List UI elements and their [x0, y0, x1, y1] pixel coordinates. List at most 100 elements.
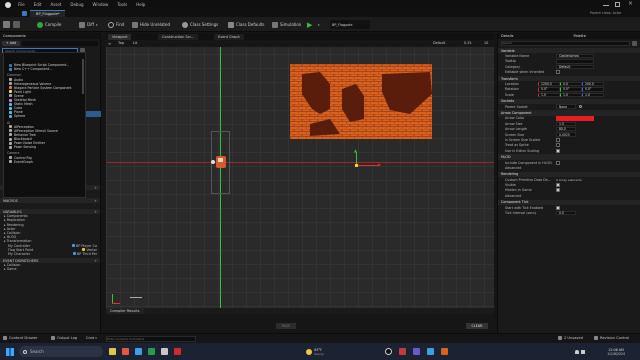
variable-row[interactable]: My Character BP Third Per	[0, 252, 100, 256]
editable-inherited-checkbox[interactable]	[556, 70, 560, 75]
play-options-button[interactable]: ▾	[316, 20, 322, 29]
compile-button[interactable]: Compile	[35, 20, 63, 29]
rotation-x-field[interactable]: 0.0°	[538, 87, 560, 92]
system-tray[interactable]	[570, 346, 590, 357]
tab-details[interactable]: Details	[501, 34, 513, 38]
start-with-tick-checkbox[interactable]	[556, 205, 560, 210]
editor-scaling-checkbox[interactable]	[556, 148, 560, 153]
location-dropdown[interactable]: Location	[498, 82, 538, 86]
pivot-handle[interactable]	[211, 160, 215, 164]
arrow-length-field[interactable]: 80.0	[556, 126, 576, 132]
view-mode-button[interactable]: Lit	[133, 41, 137, 45]
rotation-dropdown[interactable]: Rotation	[498, 87, 538, 91]
window-minimize-icon[interactable]	[603, 5, 609, 6]
rotation-y-field[interactable]: 0.0°	[560, 87, 582, 92]
taskbar-app-3[interactable]	[134, 346, 143, 357]
settings-icon[interactable]	[632, 40, 637, 46]
clock[interactable]: 12:06 AM 11/16/2024	[600, 346, 632, 357]
arrow-color-swatch[interactable]	[556, 116, 594, 121]
output-log-button[interactable]: Output Log	[51, 336, 77, 340]
taskbar-app-6[interactable]	[173, 346, 182, 357]
add-function-icon[interactable]: +	[94, 186, 97, 190]
class-settings-button[interactable]: Class Settings	[180, 20, 220, 29]
include-hlod-checkbox[interactable]	[556, 160, 560, 165]
popup-item[interactable]: New C++ Component...	[4, 67, 85, 71]
gizmo-x-arrow[interactable]	[357, 165, 379, 166]
menu-file[interactable]: File	[18, 2, 25, 7]
find-button[interactable]: Find	[106, 20, 126, 29]
browse-icon[interactable]	[13, 21, 20, 28]
add-dispatcher-icon[interactable]: +	[94, 259, 97, 263]
cmd-selector[interactable]: Cmd ▾	[86, 336, 97, 340]
flag-sprite[interactable]	[216, 156, 226, 168]
category-dropdown[interactable]: Default	[556, 64, 594, 70]
viewport-options-icon[interactable]: ≡	[108, 41, 111, 46]
default-preset-button[interactable]: Default	[433, 41, 445, 45]
perspective-button[interactable]: Top	[118, 41, 124, 45]
start-button[interactable]	[4, 346, 15, 357]
popup-item[interactable]: Sphere	[4, 114, 85, 118]
components-filter-input[interactable]	[22, 40, 98, 46]
simulation-button[interactable]: Simulation	[270, 20, 303, 29]
grid-field[interactable]: 10	[484, 41, 488, 45]
weather-widget[interactable]: 63°F Sunny	[300, 346, 330, 357]
taskbar-pinned-3[interactable]	[412, 346, 421, 357]
taskbar-app-4[interactable]	[147, 346, 156, 357]
revision-control-button[interactable]: Revision Control	[594, 336, 629, 340]
screen-size-field[interactable]: 0.0025	[556, 132, 576, 137]
menu-tools[interactable]: Tools	[117, 2, 127, 7]
window-close-icon[interactable]: ×	[628, 0, 633, 7]
rotation-z-field[interactable]: 0.0°	[582, 87, 604, 92]
scale-dropdown[interactable]: Scale	[498, 93, 538, 97]
selected-component-row[interactable]	[86, 111, 101, 117]
details-search-input[interactable]	[501, 40, 630, 46]
taskbar-search[interactable]: Search	[19, 346, 103, 357]
castle-sprite[interactable]	[290, 64, 432, 139]
unsaved-indicator[interactable]: 2 Unsaved	[558, 336, 583, 340]
play-button[interactable]: ▶	[305, 20, 314, 29]
speed-field[interactable]: 0.25	[464, 41, 472, 45]
popup-item[interactable]: EventGraph	[4, 160, 85, 164]
scale-x-field[interactable]: 1.0	[538, 92, 560, 98]
location-y-field[interactable]: 0.0	[560, 81, 582, 87]
diff-button[interactable]: Diff ▾	[77, 20, 99, 29]
custom-primitive-data-value[interactable]: 0 Array elements	[556, 178, 582, 182]
transform-gizmo[interactable]: ▲ ▶	[354, 148, 384, 178]
add-macro-icon[interactable]: +	[94, 199, 97, 203]
screen-size-scaled-checkbox[interactable]	[556, 137, 560, 142]
scale-y-field[interactable]: 1.0	[560, 92, 582, 98]
tick-interval-field[interactable]: 0.0	[556, 210, 576, 216]
menu-edit[interactable]: Edit	[34, 2, 42, 7]
debug-object-selector[interactable]: BP_Flagpole	[330, 20, 370, 29]
unreal-logo-icon[interactable]	[5, 2, 11, 8]
content-drawer-button[interactable]: Content Drawer	[3, 336, 38, 340]
clear-button[interactable]: CLEAR	[466, 323, 488, 329]
location-z-field[interactable]: 200.0	[582, 81, 604, 87]
hide-unrelated-button[interactable]: Hide Unrelated	[130, 20, 172, 29]
scale-z-field[interactable]: 1.0	[582, 92, 604, 98]
tooltip-input[interactable]	[556, 59, 594, 64]
treat-as-sprite-checkbox[interactable]	[556, 143, 560, 148]
save-icon[interactable]	[3, 21, 10, 28]
taskbar-pinned-1[interactable]	[384, 346, 393, 357]
menu-window[interactable]: Window	[93, 2, 109, 7]
add-component-button[interactable]: + Add	[2, 40, 20, 46]
arrow-size-field[interactable]: 1.0	[556, 121, 576, 126]
visible-checkbox[interactable]	[556, 183, 560, 188]
taskbar-app-5[interactable]	[160, 346, 169, 357]
prop-rendering-advanced[interactable]: Advanced	[498, 193, 640, 198]
popup-item[interactable]: Pawn Sensing	[4, 145, 85, 149]
console-command-input[interactable]	[106, 336, 196, 342]
variable-name-input[interactable]: CastlerArrow	[556, 53, 594, 59]
page-button[interactable]: PAGE	[276, 323, 296, 329]
taskbar-pinned-4[interactable]	[426, 346, 435, 357]
location-x-field[interactable]: 1200.0	[538, 81, 560, 87]
taskbar-pinned-2[interactable]	[398, 346, 407, 357]
search-icon[interactable]	[579, 105, 582, 109]
dispatcher-category-game[interactable]: ▸ Game	[0, 267, 100, 271]
popup-scrollbar[interactable]	[82, 59, 84, 94]
menu-help[interactable]: Help	[136, 2, 145, 7]
class-defaults-button[interactable]: Class Defaults	[226, 20, 267, 29]
window-maximize-icon[interactable]	[615, 2, 620, 7]
tab-palette[interactable]: Palette	[573, 34, 585, 38]
